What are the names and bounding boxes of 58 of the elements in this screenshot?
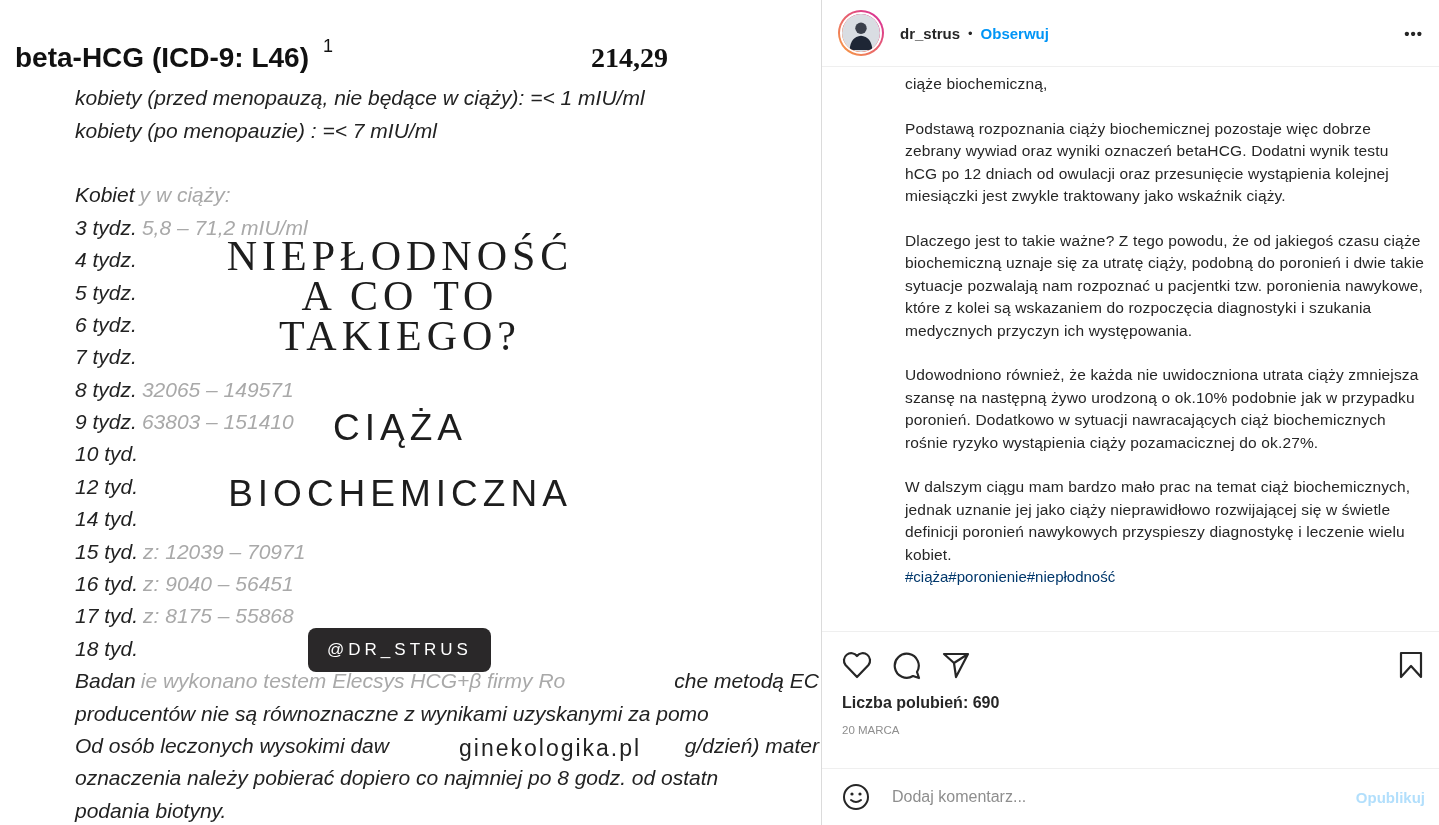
document-line: 15 tyd. <box>75 539 139 564</box>
faded-text: ie wykonano testem Elecsys HCG+β firmy Ro <box>140 669 566 694</box>
document-line: 4 tydz. <box>75 248 137 273</box>
faded-text: z: 9040 – 56451 <box>143 572 294 597</box>
caption-paragraph: Dlaczego jest to takie ważne? Z tego powodu, że od jakiegoś czasu ciąże biochemiczną uznaje się za utratę ciąży, podobną do poronień i dwie takie sytuacje pozwalają nam rozpoznać u pacjentki tzw. poronienia nawykowe, które z kolei są wskazaniem do rozpoczęcia diagnostyki i szukania medycznych przyczyn ich występowania. <box>905 230 1425 341</box>
bookmark-icon[interactable] <box>1399 651 1423 679</box>
document-line: 12 tyd. <box>75 474 139 499</box>
document-line: 10 tyd. <box>75 442 139 467</box>
document-line: 7 tydz. <box>75 345 137 370</box>
document-line: 9 tydz. <box>75 410 137 435</box>
caption-paragraph: Podstawą rozpoznania ciąży biochemicznej pozostaje więc dobrze zebrany wywiad oraz wyniki oznaczeń betaHCG. Dodatni wynik testu hCG po 12 dniach od owulacji oraz przesunięcie wystąpienia kolejnej miesiączki jest zwykle traktowany jako wskaźnik ciąży. <box>905 118 1390 206</box>
document-line: Kobiet <box>75 183 135 208</box>
document-line: oznaczenia należy pobierać dopiero co najmniej po 8 godz. od ostatn <box>75 766 719 791</box>
caption-paragraph: W dalszym ciągu mam bardzo mało prac na temat ciąż biochemicznych, jednak uznanie jej jako ciąży nieprawidłowo rozwijającej się w świetle definicji poronień nawykowych przyspieszy diagnostykę i leczenie wielu kobiet. <box>905 477 1412 565</box>
caption-paragraph: Udowodniono również, że każda nie uwidoczniona utrata ciąży zmniejsza szansę na następną żywo urodzoną o ok.10% podobnie jak w przypadku poronień. Dodatkowo w sytuacji nawracających ciąż biochemicznych rośnie ryzyko wystąpienia ciąży pozamacicznej do ok.27%. <box>905 365 1420 453</box>
document-line: kobiety (przed menopauzą, nie będące w ciąży): =< 1 mIU/ml <box>75 86 645 111</box>
separator-dot: • <box>968 25 973 41</box>
document-line: kobiety (po menopauzie) : =< 7 mIU/ml <box>75 118 437 143</box>
emoji-icon[interactable] <box>842 783 870 811</box>
overlay-title: TAKIEGO? <box>279 316 521 356</box>
document-line: 3 tydz. <box>75 215 137 240</box>
document-line: podania biotyny. <box>75 798 227 823</box>
overlay-subtitle: BIOCHEMICZNA <box>228 472 572 516</box>
faded-text: z: 12039 – 70971 <box>143 539 306 564</box>
document-line: 18 tyd. <box>75 636 139 661</box>
handle-badge: @DR_STRUS <box>308 628 491 672</box>
post-date: 20 MARCA <box>842 724 901 736</box>
document-title: beta-HCG (ICD-9: L46) <box>15 42 309 74</box>
faded-text: 32065 – 149571 <box>141 377 294 402</box>
hashtag-link[interactable]: #poronienie <box>948 566 1027 589</box>
comment-icon[interactable] <box>892 650 922 680</box>
hashtag-link[interactable]: #niepłodność <box>1026 566 1116 589</box>
more-options-icon[interactable]: ••• <box>1404 24 1423 42</box>
faded-text: z: 8175 – 55868 <box>143 604 294 629</box>
document-line: 17 tyd. <box>75 604 139 629</box>
document-line: g/dzień) mater <box>684 734 819 758</box>
heart-icon[interactable] <box>842 651 872 679</box>
document-line: 16 tyd. <box>75 572 139 597</box>
document-line: che metodą EC <box>674 669 819 694</box>
overlay-title: A CO TO <box>301 276 499 316</box>
document-line: 8 tydz. <box>75 377 137 402</box>
likes-count[interactable]: Liczba polubień: 690 <box>842 694 1423 712</box>
footnote-mark: 1 <box>323 36 334 57</box>
document-line: producentów nie są równoznaczne z wynikami uzyskanymi za pomo <box>75 701 709 726</box>
username[interactable]: dr_strus <box>900 24 961 42</box>
document-line: Badan <box>75 669 136 694</box>
overlay-subtitle: CIĄŻA <box>333 406 467 450</box>
hashtag-link[interactable]: #ciąża <box>905 566 949 589</box>
send-icon[interactable] <box>942 651 970 679</box>
faded-text: 63803 – 151410 <box>141 410 294 435</box>
caption-paragraph: ciąże biochemiczną, <box>905 74 1049 94</box>
avatar[interactable] <box>838 10 884 56</box>
faded-text: y w ciąży: <box>139 183 231 208</box>
document-line: Od osób leczonych wysokimi daw <box>75 734 389 758</box>
document-value: 214,29 <box>591 42 669 74</box>
document-line: 14 tyd. <box>75 507 139 532</box>
document-line: 5 tydz. <box>75 280 137 305</box>
document-line: 6 tydz. <box>75 312 137 337</box>
